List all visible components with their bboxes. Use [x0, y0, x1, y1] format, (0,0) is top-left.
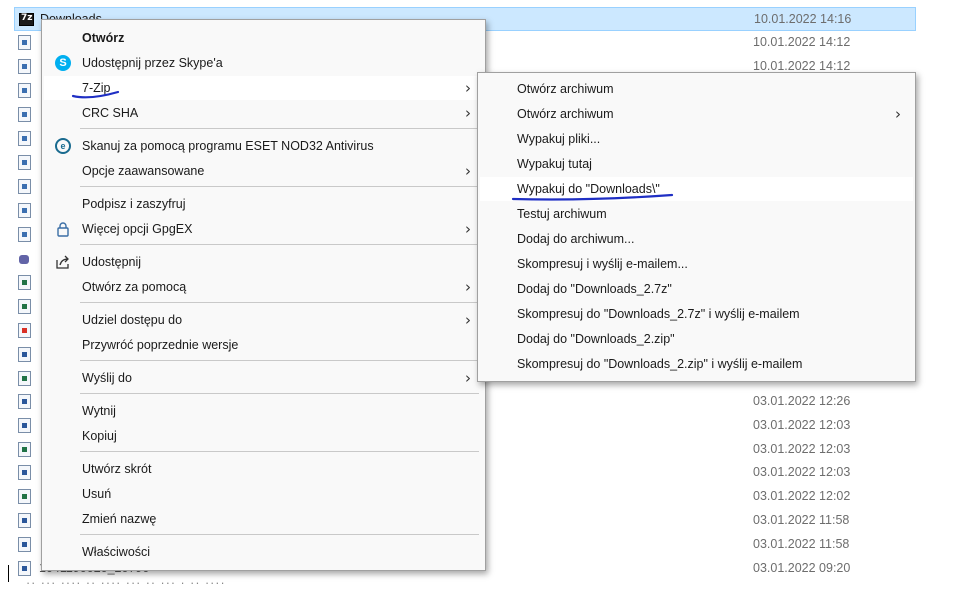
chevron-right-icon: ›	[465, 369, 471, 387]
menu-item-delete[interactable]: Usuń	[44, 482, 483, 506]
menu-separator	[80, 360, 479, 361]
file-icon	[18, 155, 31, 170]
menu-item-7zip[interactable]: 7-Zip ›	[44, 76, 483, 100]
chevron-right-icon: ›	[465, 311, 471, 329]
word-icon	[18, 561, 31, 576]
file-date: 03.01.2022 12:03	[753, 418, 851, 432]
text-caret	[8, 565, 9, 582]
menu-item-share-skype[interactable]: S Udostępnij przez Skype'a	[44, 51, 483, 75]
menu-separator	[80, 128, 479, 129]
teams-icon	[18, 251, 31, 266]
7z-archive-icon: 7z	[19, 13, 34, 26]
menu-separator	[80, 451, 479, 452]
menu-item-copy[interactable]: Kopiuj	[44, 424, 483, 448]
menu-item-restore-versions[interactable]: Przywróć poprzednie wersje	[44, 333, 483, 357]
file-icon	[18, 131, 31, 146]
submenu-item-add-zip[interactable]: Dodaj do "Downloads_2.zip"	[480, 327, 913, 351]
pdf-icon	[18, 323, 31, 338]
file-date: 10.01.2022 14:12	[753, 35, 851, 49]
skype-icon: S	[55, 55, 71, 71]
submenu-item-open-archive-more[interactable]: Otwórz archiwum ›	[480, 102, 913, 126]
menu-separator	[80, 186, 479, 187]
word-icon	[18, 418, 31, 433]
menu-item-send-to[interactable]: Wyślij do ›	[44, 366, 483, 390]
submenu-item-extract-here[interactable]: Wypakuj tutaj	[480, 152, 913, 176]
file-date: 10.01.2022 14:16	[754, 12, 852, 26]
chevron-right-icon: ›	[465, 104, 471, 122]
menu-item-sign-encrypt[interactable]: Podpisz i zaszyfruj	[44, 192, 483, 216]
excel-icon	[18, 442, 31, 457]
menu-item-rename[interactable]: Zmień nazwę	[44, 507, 483, 531]
file-date: 03.01.2022 12:03	[753, 442, 851, 456]
submenu-item-extract-to-downloads[interactable]: Wypakuj do "Downloads\"	[480, 177, 913, 201]
menu-item-eset-scan[interactable]: e Skanuj za pomocą programu ESET NOD32 A…	[44, 134, 483, 158]
share-icon	[55, 254, 71, 270]
submenu-item-extract-files[interactable]: Wypakuj pliki...	[480, 127, 913, 151]
excel-icon	[18, 489, 31, 504]
file-icon	[18, 107, 31, 122]
menu-item-share[interactable]: Udostępnij	[44, 250, 483, 274]
submenu-item-compress-7z-email[interactable]: Skompresuj do "Downloads_2.7z" i wyślij …	[480, 302, 913, 326]
submenu-item-compress-email[interactable]: Skompresuj i wyślij e-mailem...	[480, 252, 913, 276]
menu-item-gpgex-more[interactable]: Więcej opcji GpgEX ›	[44, 217, 483, 241]
word-icon	[18, 465, 31, 480]
chevron-right-icon: ›	[465, 79, 471, 97]
file-date: 03.01.2022 11:58	[753, 537, 850, 551]
word-icon	[18, 537, 31, 552]
file-date: 10.01.2022 14:12	[753, 59, 851, 73]
submenu-7zip: Otwórz archiwum Otwórz archiwum › Wypaku…	[477, 72, 916, 382]
menu-item-open-with[interactable]: Otwórz za pomocą ›	[44, 275, 483, 299]
excel-icon	[18, 299, 31, 314]
menu-item-crc-sha[interactable]: CRC SHA ›	[44, 101, 483, 125]
file-date: 03.01.2022 12:26	[753, 394, 851, 408]
menu-separator	[80, 302, 479, 303]
file-icon	[18, 59, 31, 74]
menu-separator	[80, 244, 479, 245]
menu-item-open[interactable]: Otwórz	[44, 26, 483, 50]
word-icon	[18, 394, 31, 409]
chevron-right-icon: ›	[465, 278, 471, 296]
file-icon	[18, 227, 31, 242]
submenu-item-compress-zip-email[interactable]: Skompresuj do "Downloads_2.zip" i wyślij…	[480, 352, 913, 376]
file-date: 03.01.2022 12:03	[753, 465, 851, 479]
chevron-right-icon: ›	[895, 105, 901, 123]
file-icon	[18, 179, 31, 194]
eset-icon: e	[55, 138, 71, 154]
menu-item-advanced[interactable]: Opcje zaawansowane ›	[44, 159, 483, 183]
file-icon	[18, 83, 31, 98]
excel-icon	[18, 275, 31, 290]
submenu-item-add-to-archive[interactable]: Dodaj do archiwum...	[480, 227, 913, 251]
menu-separator	[80, 534, 479, 535]
file-date: 03.01.2022 12:02	[753, 489, 851, 503]
menu-item-create-shortcut[interactable]: Utwórz skrót	[44, 457, 483, 481]
file-icon	[18, 203, 31, 218]
menu-separator	[80, 393, 479, 394]
context-menu: Otwórz S Udostępnij przez Skype'a 7-Zip …	[41, 19, 486, 571]
submenu-item-add-7z[interactable]: Dodaj do "Downloads_2.7z"	[480, 277, 913, 301]
chevron-right-icon: ›	[465, 220, 471, 238]
menu-item-properties[interactable]: Właściwości	[44, 540, 483, 564]
menu-item-cut[interactable]: Wytnij	[44, 399, 483, 423]
submenu-item-open-archive[interactable]: Otwórz archiwum	[480, 77, 913, 101]
menu-item-give-access[interactable]: Udziel dostępu do ›	[44, 308, 483, 332]
word-icon	[18, 347, 31, 362]
word-icon	[18, 513, 31, 528]
excel-icon	[18, 371, 31, 386]
chevron-right-icon: ›	[465, 162, 471, 180]
file-date: 03.01.2022 09:20	[753, 561, 851, 575]
file-date: 03.01.2022 11:58	[753, 513, 850, 527]
submenu-item-test-archive[interactable]: Testuj archiwum	[480, 202, 913, 226]
file-icon	[18, 35, 31, 50]
lock-icon	[55, 221, 71, 237]
